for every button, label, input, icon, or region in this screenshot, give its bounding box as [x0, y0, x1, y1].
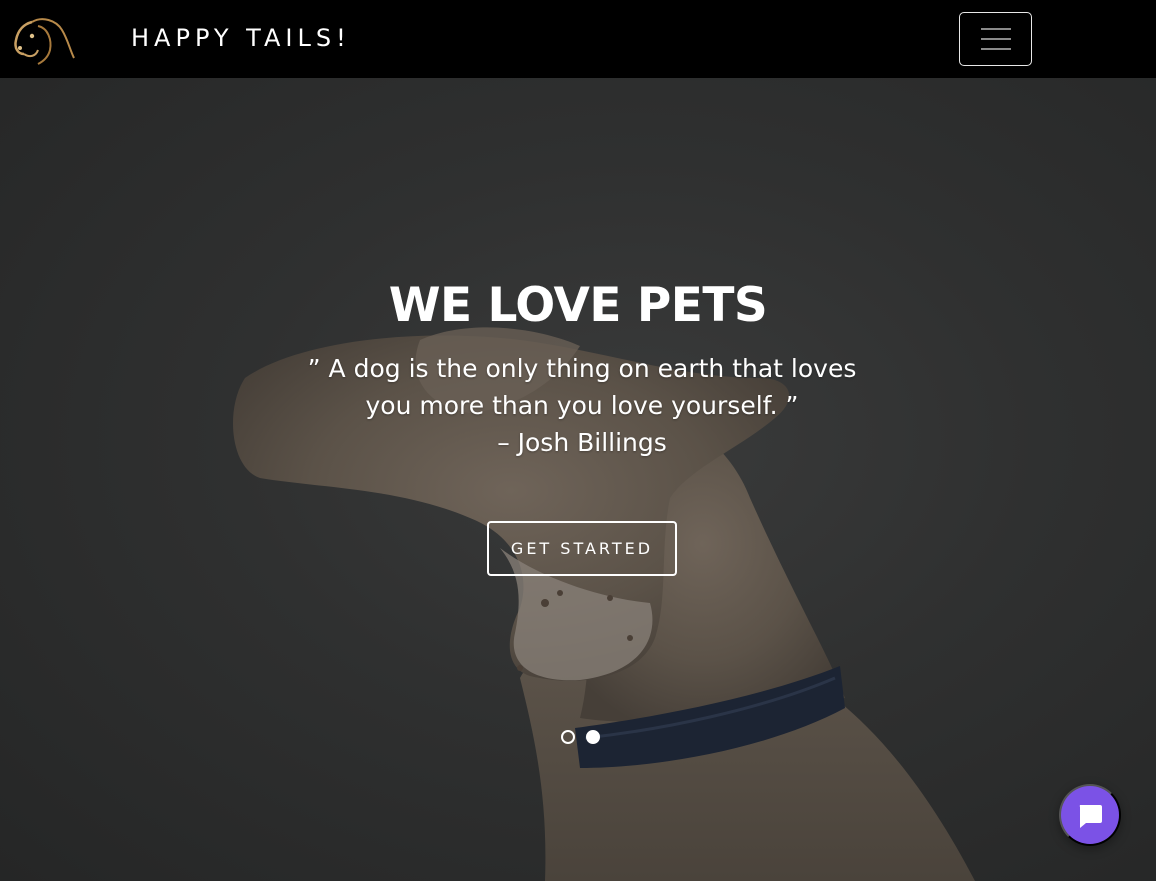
chat-bubble-icon [1079, 805, 1102, 828]
carousel-indicator-2[interactable] [586, 730, 600, 744]
carousel-indicators [561, 730, 600, 744]
carousel-indicator-1[interactable] [561, 730, 575, 744]
hamburger-menu-icon [980, 28, 1011, 30]
quote-author: – Josh Billings [497, 428, 667, 457]
dog-photo [233, 327, 975, 881]
hero-quote: ” A dog is the only thing on earth that … [300, 350, 864, 461]
quote-line-1: ” A dog is the only thing on earth that … [307, 354, 857, 383]
dog-head-logo-icon[interactable] [12, 14, 76, 66]
brand-name[interactable]: HAPPY TAILS! [131, 24, 351, 52]
hamburger-menu-button[interactable] [959, 12, 1032, 66]
hero-title: WE LOVE PETS [388, 278, 768, 333]
get-started-button[interactable]: GET STARTED [487, 521, 677, 576]
hero-carousel: WE LOVE PETS ” A dog is the only thing o… [0, 78, 1156, 881]
quote-line-2: you more than you love yourself. ” [365, 391, 799, 420]
chat-button[interactable] [1059, 784, 1121, 846]
top-navbar: HAPPY TAILS! [0, 0, 1156, 78]
